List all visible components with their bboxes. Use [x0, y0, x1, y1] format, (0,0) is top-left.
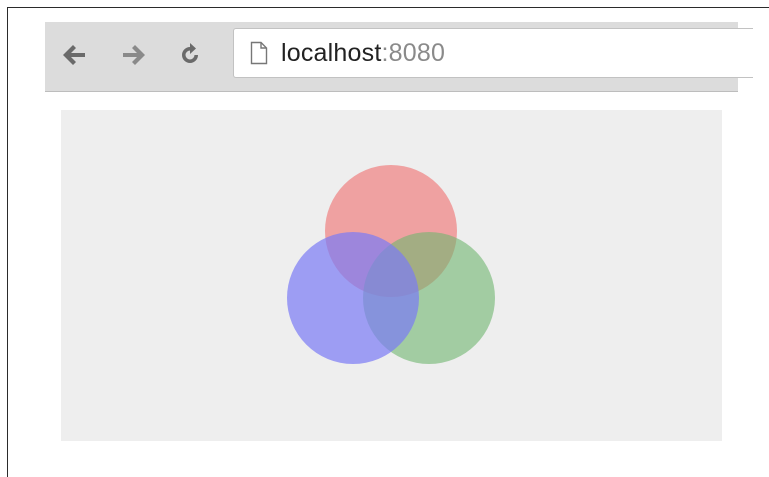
url-text: localhost:8080 [281, 39, 445, 68]
forward-button[interactable] [117, 38, 151, 72]
forward-arrow-icon [123, 45, 145, 65]
browser-toolbar: localhost:8080 [45, 22, 753, 92]
blank-page-icon [249, 40, 269, 66]
reload-icon [182, 43, 198, 63]
page-canvas [61, 110, 722, 441]
url-host: localhost [281, 38, 382, 67]
venn-diagram [287, 165, 495, 364]
back-arrow-icon [63, 45, 85, 65]
address-bar[interactable]: localhost:8080 [233, 28, 753, 78]
url-port: :8080 [381, 38, 446, 67]
back-button[interactable] [57, 38, 91, 72]
blue-circle [287, 232, 419, 364]
reload-button[interactable] [173, 38, 207, 72]
